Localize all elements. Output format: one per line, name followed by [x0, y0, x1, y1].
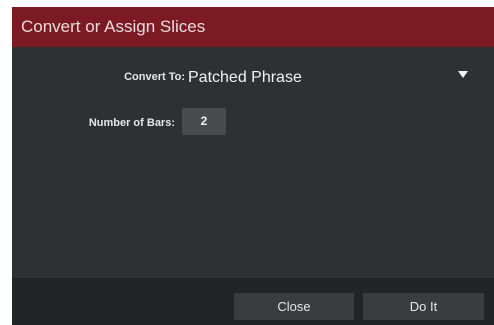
- dialog-title: Convert or Assign Slices: [12, 7, 494, 47]
- convert-to-select[interactable]: Patched Phrase: [188, 66, 478, 90]
- dialog-footer: Close Do It: [12, 278, 494, 325]
- convert-to-value: Patched Phrase: [188, 69, 302, 86]
- triangle-down-icon: [458, 71, 468, 78]
- convert-assign-slices-dialog: Convert or Assign Slices Convert To: Pat…: [12, 7, 494, 325]
- do-it-button[interactable]: Do It: [363, 293, 484, 320]
- number-of-bars-field[interactable]: 2: [182, 108, 226, 135]
- number-of-bars-label: Number of Bars:: [88, 117, 175, 129]
- close-button[interactable]: Close: [234, 293, 354, 320]
- convert-to-label: Convert To:: [124, 71, 185, 83]
